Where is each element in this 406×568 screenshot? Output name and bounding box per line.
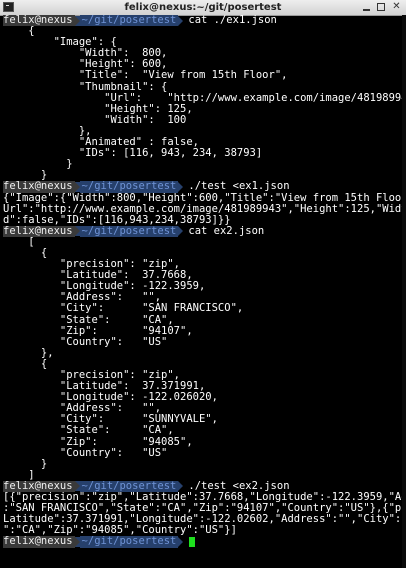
command-text: cat ./ex1.json bbox=[188, 14, 277, 26]
minimize-icon[interactable] bbox=[361, 2, 372, 12]
output-line: "City": "SAN FRANCISCO", bbox=[3, 302, 244, 315]
output-line: "State": "CA", bbox=[3, 424, 174, 437]
prompt-path: ~/git/posertest bbox=[79, 535, 179, 548]
command-text: cat ex2.json bbox=[188, 224, 265, 237]
text-cursor bbox=[189, 536, 196, 547]
prompt-end-arrow-icon bbox=[178, 181, 184, 192]
prompt-line: felix@nexus ~/git/posertest cat ./ex1.json bbox=[3, 14, 403, 27]
prompt-user: felix@nexus bbox=[3, 535, 75, 548]
output-line: "Zip": "94085", bbox=[3, 435, 193, 448]
scrollbar[interactable] bbox=[402, 15, 406, 568]
command-text: ./test <ex1.json bbox=[188, 180, 290, 193]
terminal-output[interactable]: felix@nexus ~/git/posertest cat ./ex1.json… bbox=[3, 14, 406, 568]
output-line: "State": "CA", bbox=[3, 313, 174, 326]
prompt-user: felix@nexus bbox=[3, 180, 75, 193]
prompt-end-arrow-icon bbox=[178, 15, 184, 26]
prompt-end-arrow-icon bbox=[178, 226, 184, 237]
output-line: {"Image":{"Width":800,"Height":600,"Titl… bbox=[3, 191, 406, 204]
prompt-path: ~/git/posertest bbox=[79, 14, 179, 27]
terminal-window: felix@nexus:~/git/posertest ✕ felix@nexu… bbox=[0, 0, 406, 568]
output-line: } bbox=[3, 158, 73, 171]
maximize-icon[interactable] bbox=[376, 2, 387, 12]
close-icon[interactable]: ✕ bbox=[391, 2, 402, 12]
output-line: "Title": "View from 15th Floor", bbox=[3, 69, 288, 82]
prompt-line: felix@nexus ~/git/posertest bbox=[3, 535, 403, 548]
prompt-path: ~/git/posertest bbox=[79, 224, 179, 237]
output-line: }, bbox=[3, 346, 54, 359]
prompt-line: felix@nexus ~/git/posertest cat ex2.json bbox=[3, 224, 403, 237]
output-line: } bbox=[3, 457, 48, 470]
prompt-end-arrow-icon bbox=[178, 481, 184, 492]
output-line: "Country": "US" bbox=[3, 446, 168, 459]
output-line: [ bbox=[3, 235, 35, 248]
output-line: "Thumbnail": { bbox=[3, 80, 168, 93]
output-line: "Country": "US" bbox=[3, 335, 168, 348]
prompt-end-arrow-icon bbox=[178, 536, 184, 547]
prompt-path: ~/git/posertest bbox=[79, 180, 179, 193]
window-title: felix@nexus:~/git/posertest bbox=[124, 2, 282, 13]
prompt-line: felix@nexus ~/git/posertest ./test <ex1.js… bbox=[3, 180, 403, 193]
